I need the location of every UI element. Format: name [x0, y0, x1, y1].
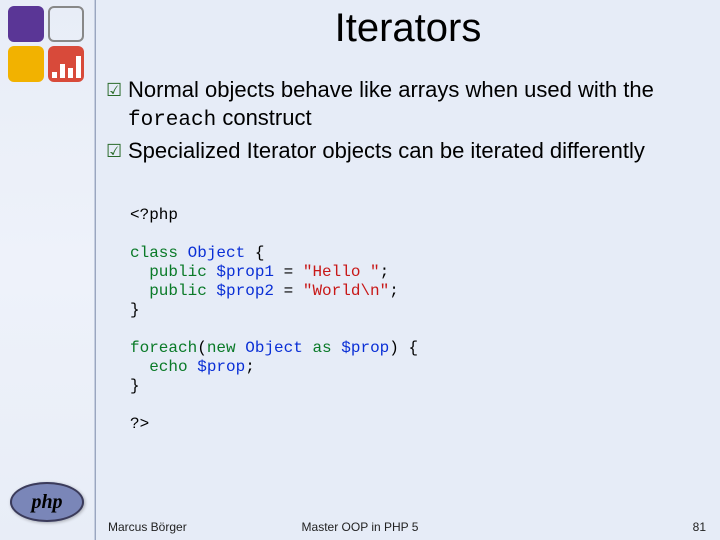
kw-class: class: [130, 244, 188, 262]
bullet-2-text: Specialized Iterator objects can be iter…: [128, 137, 645, 165]
code-open: <?php: [130, 206, 178, 224]
var-prop2: $prop2: [216, 282, 283, 300]
paren-close: ) {: [389, 339, 418, 357]
logo-square-outline: [48, 6, 84, 42]
semi: ;: [380, 263, 390, 281]
kw-foreach: foreach: [130, 339, 197, 357]
str-hello: "Hello ": [303, 263, 380, 281]
paren: (: [197, 339, 207, 357]
eq: =: [284, 282, 303, 300]
check-icon: ☑: [106, 76, 128, 104]
brace-close2: }: [130, 377, 140, 395]
cls-object: Object: [188, 244, 255, 262]
var-prop1: $prop1: [216, 263, 283, 281]
logo-square-yellow: [8, 46, 44, 82]
bullet-1-code: foreach: [128, 109, 216, 132]
bullet-1: ☑ Normal objects behave like arrays when…: [106, 76, 706, 135]
sidebar: php: [0, 0, 96, 540]
code-close: ?>: [130, 415, 149, 433]
kw-new: new: [207, 339, 245, 357]
eq: =: [284, 263, 303, 281]
bars-icon: [52, 56, 81, 78]
code-block: <?php class Object { public $prop1 = "He…: [130, 206, 700, 434]
var-prop-echo: $prop: [197, 358, 245, 376]
footer-page: 81: [693, 520, 706, 534]
logo-grid: [8, 6, 90, 88]
cls-object2: Object: [245, 339, 312, 357]
footer: Marcus Börger Master OOP in PHP 5 81: [0, 516, 720, 534]
brace: {: [255, 244, 265, 262]
logo-square-red: [48, 46, 84, 82]
str-world: "World\n": [303, 282, 389, 300]
brace-close: }: [130, 301, 140, 319]
semi: ;: [389, 282, 399, 300]
footer-title: Master OOP in PHP 5: [302, 520, 419, 534]
kw-public: public: [130, 282, 216, 300]
logo-square-purple: [8, 6, 44, 42]
kw-public: public: [130, 263, 216, 281]
bullet-2: ☑ Specialized Iterator objects can be it…: [106, 137, 706, 165]
var-prop: $prop: [341, 339, 389, 357]
kw-as: as: [312, 339, 341, 357]
bullet-list: ☑ Normal objects behave like arrays when…: [106, 76, 706, 167]
bullet-1-text: Normal objects behave like arrays when u…: [128, 76, 706, 135]
bullet-1-post: construct: [216, 105, 311, 130]
semi: ;: [245, 358, 255, 376]
slide-title: Iterators: [96, 6, 720, 51]
kw-echo: echo: [130, 358, 197, 376]
bullet-1-pre: Normal objects behave like arrays when u…: [128, 77, 654, 102]
check-icon: ☑: [106, 137, 128, 165]
footer-author: Marcus Börger: [108, 520, 187, 534]
